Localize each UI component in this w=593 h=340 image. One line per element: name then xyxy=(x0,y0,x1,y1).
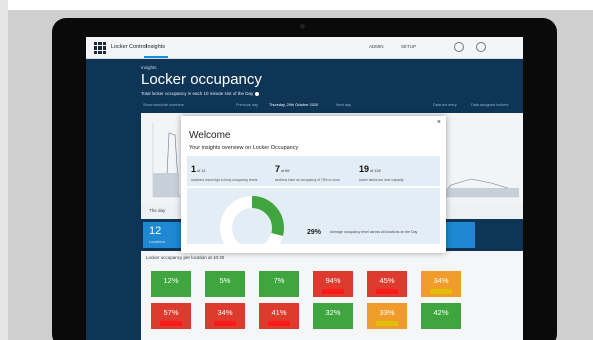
location-tile-value: 5% xyxy=(219,276,231,285)
location-tile[interactable]: 94% xyxy=(313,271,353,297)
modal-stat-total: of 12 xyxy=(197,169,206,173)
location-tile-value: 34% xyxy=(433,276,449,285)
location-tile-bar xyxy=(160,321,182,326)
location-tile-value: 32% xyxy=(325,308,341,317)
page-subtitle-text: Total locker occupancy in each 10 minute… xyxy=(141,91,254,96)
modal-stat-number: 1 xyxy=(191,164,197,174)
chart-toolbar: Show absolute numbers Previous day Thurs… xyxy=(141,101,523,110)
page-subtitle: Total locker occupancy in each 10 minute… xyxy=(141,91,260,96)
modal-title: Welcome xyxy=(189,130,231,141)
location-tile[interactable]: 42% xyxy=(421,303,461,329)
location-tile-bar xyxy=(214,321,236,326)
location-tile-value: 7% xyxy=(273,276,285,285)
stat-value: 12 xyxy=(149,225,162,237)
location-tile-value: 45% xyxy=(379,276,395,285)
modal-stat-sections: 7of 89 sections have an occupancy of 75%… xyxy=(275,159,357,184)
nav-active-underline xyxy=(144,56,168,58)
user-icon[interactable] xyxy=(476,42,486,52)
location-tile-value: 94% xyxy=(325,276,341,285)
export-link[interactable]: Data ext entry xyxy=(433,103,457,107)
stat-label: Locations xyxy=(149,240,166,244)
location-tile-bar xyxy=(376,321,398,326)
help-icon[interactable] xyxy=(454,42,464,52)
location-tile-value: 41% xyxy=(271,308,287,317)
occupancy-donut xyxy=(220,196,284,244)
info-icon[interactable] xyxy=(255,91,260,96)
location-tile[interactable]: 12% xyxy=(151,271,191,297)
current-date: Thursday, 29th October 2020 xyxy=(269,103,319,107)
location-tile-value: 12% xyxy=(163,276,179,285)
location-tile[interactable]: 57% xyxy=(151,303,191,329)
chart-area-right xyxy=(444,188,519,197)
location-tile-bar xyxy=(430,289,452,294)
modal-stat-locker-banks: 19of 128 locker banks are over capacity xyxy=(359,159,441,184)
app-grid-icon[interactable] xyxy=(94,42,106,54)
modal-donut-panel: 29% Average occupancy level across all l… xyxy=(187,188,440,244)
modal-subtitle: Your insights overview on Locker Occupan… xyxy=(189,145,299,151)
location-tile-bar xyxy=(376,289,398,294)
location-tile[interactable]: 5% xyxy=(205,271,245,297)
nav-admin[interactable]: ADMIN xyxy=(369,44,384,49)
location-tile-value: 34% xyxy=(217,308,233,317)
location-tile[interactable]: 32% xyxy=(313,303,353,329)
modal-stat-description: sections have an occupancy of 75% or mor… xyxy=(275,178,340,182)
location-tile-bar xyxy=(322,289,344,294)
occupancy-per-location-section: Locker occupancy per location at 10:40 1… xyxy=(141,251,523,340)
modal-stat-number: 19 xyxy=(359,164,370,174)
previous-day-link[interactable]: Previous day xyxy=(236,103,258,107)
location-tile[interactable]: 34% xyxy=(205,303,245,329)
app-screen: Locker Control Insights ADMIN SETUP Insi… xyxy=(86,37,523,340)
modal-stat-locations: 1of 12 locations show high to busy occup… xyxy=(191,159,273,184)
breadcrumb[interactable]: Insights xyxy=(141,65,157,70)
modal-stat-description: locker banks are over capacity xyxy=(359,178,404,182)
average-occupancy-value: 29% xyxy=(307,229,322,236)
close-icon[interactable]: × xyxy=(437,119,441,126)
modal-stat-description: locations show high to busy occupancy le… xyxy=(191,178,258,182)
location-tile-value: 33% xyxy=(379,308,395,317)
occupancy-section-title: Locker occupancy per location at 10:40 xyxy=(146,255,225,260)
next-day-link[interactable]: Next day xyxy=(336,103,351,107)
modal-stat-total: of 89 xyxy=(281,169,290,173)
top-navigation-bar: Locker Control Insights ADMIN SETUP xyxy=(86,37,523,59)
assigned-lockers-link[interactable]: Data assigned lockers xyxy=(471,103,508,107)
average-occupancy-label: Average occupancy level across all locat… xyxy=(330,230,418,234)
photo-border-top xyxy=(0,0,593,10)
toggle-absolute-numbers[interactable]: Show absolute numbers xyxy=(143,103,184,107)
location-tile[interactable]: 7% xyxy=(259,271,299,297)
page-title: Locker occupancy xyxy=(141,71,262,88)
welcome-modal: × Welcome Your insights overview on Lock… xyxy=(181,116,446,253)
nav-setup[interactable]: SETUP xyxy=(401,44,416,49)
location-tile-bar xyxy=(268,321,290,326)
summary-label: The day xyxy=(149,208,166,213)
camera-dot xyxy=(300,24,305,29)
app-name: Locker Control xyxy=(111,44,147,50)
chart-area-left xyxy=(153,173,179,197)
location-tile-value: 42% xyxy=(433,308,449,317)
location-tile[interactable]: 34% xyxy=(421,271,461,297)
nav-insights[interactable]: Insights xyxy=(146,44,165,50)
photo-border-left xyxy=(0,0,8,340)
modal-stat-number: 7 xyxy=(275,164,281,174)
location-tile[interactable]: 45% xyxy=(367,271,407,297)
modal-stats-panel: 1of 12 locations show high to busy occup… xyxy=(187,156,440,186)
location-tile[interactable]: 33% xyxy=(367,303,407,329)
modal-stat-total: of 128 xyxy=(370,169,381,173)
location-tile[interactable]: 41% xyxy=(259,303,299,329)
location-tile-value: 57% xyxy=(163,308,179,317)
